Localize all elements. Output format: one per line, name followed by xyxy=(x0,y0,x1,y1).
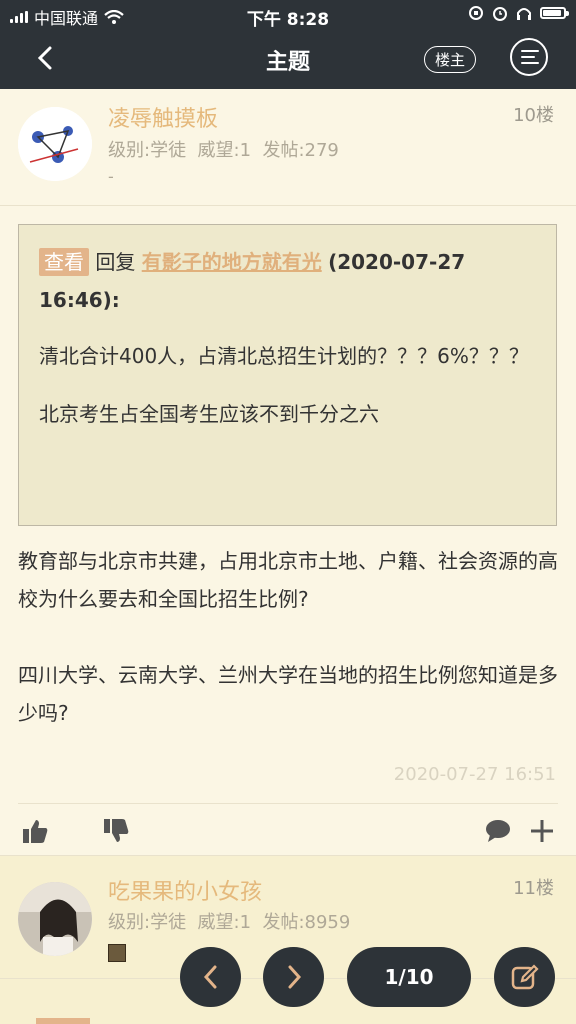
next-quote-tag xyxy=(36,1018,90,1024)
comment-icon[interactable] xyxy=(484,817,512,845)
post-actions xyxy=(0,813,576,853)
op-only-button[interactable]: 楼主 xyxy=(423,46,476,73)
post-time: 2020-07-27 16:51 xyxy=(393,764,556,785)
menu-button[interactable] xyxy=(510,38,548,76)
header: 中国联通 下午 8:28 主题 楼主 xyxy=(0,0,576,89)
avatar[interactable] xyxy=(18,882,92,956)
avatar[interactable] xyxy=(18,107,92,181)
floor-number: 10楼 xyxy=(513,105,554,126)
floor-number: 11楼 xyxy=(513,878,554,899)
chevron-left-icon xyxy=(203,965,216,989)
menu-icon xyxy=(521,50,539,52)
status-bar: 中国联通 下午 8:28 xyxy=(0,0,576,30)
quote-text: 清北合计400人，占清北总招生计划的？？？6%？？？ xyxy=(39,344,529,368)
divider xyxy=(0,205,576,206)
chevron-right-icon xyxy=(288,965,301,989)
post-body: 教育部与北京市共建，占用北京市土地、户籍、社会资源的高校为什么要去和全国比招生比… xyxy=(18,549,558,611)
thumbs-down-icon[interactable] xyxy=(102,817,130,845)
quote-block: 查看 回复 有影子的地方就有光 (2020-07-27 16:46): 清北合计… xyxy=(18,224,557,526)
post-body: 四川大学、云南大学、兰州大学在当地的招生比例您知道是多少吗? xyxy=(18,663,558,725)
menu-icon xyxy=(521,56,535,58)
alarm-icon xyxy=(493,7,507,21)
signature: - xyxy=(108,167,114,186)
user-meta: 级别:学徒 威望:1 发帖:8959 xyxy=(108,912,351,933)
avatar-image xyxy=(18,107,92,181)
battery-icon xyxy=(540,7,569,19)
quote-text: 北京考生占全国考生应该不到千分之六 xyxy=(39,402,379,426)
username[interactable]: 凌辱触摸板 xyxy=(108,101,218,133)
page-selector[interactable]: 1/10 xyxy=(347,947,471,1007)
user-meta: 级别:学徒 威望:1 发帖:279 xyxy=(108,140,339,161)
compose-button[interactable] xyxy=(494,947,555,1007)
headphones-icon xyxy=(517,8,531,20)
username[interactable]: 吃果果的小女孩 xyxy=(108,874,262,906)
medal-icon xyxy=(108,944,126,962)
view-tag-button[interactable]: 查看 xyxy=(39,248,89,276)
nav-bar: 主题 楼主 xyxy=(0,30,576,89)
page-title: 主题 xyxy=(265,50,310,75)
reply-word: 回复 xyxy=(95,250,136,274)
plus-icon[interactable] xyxy=(528,817,556,845)
prev-page-button[interactable] xyxy=(180,947,241,1007)
next-page-button[interactable] xyxy=(263,947,324,1007)
quoted-author-link[interactable]: 有影子的地方就有光 xyxy=(142,250,322,274)
menu-icon xyxy=(521,62,539,64)
divider xyxy=(18,803,558,804)
edit-icon xyxy=(511,964,539,990)
thumbs-up-icon[interactable] xyxy=(21,817,49,845)
avatar-image xyxy=(18,882,92,956)
rotation-lock-icon xyxy=(469,6,483,20)
page-indicator: 1/10 xyxy=(384,965,434,989)
